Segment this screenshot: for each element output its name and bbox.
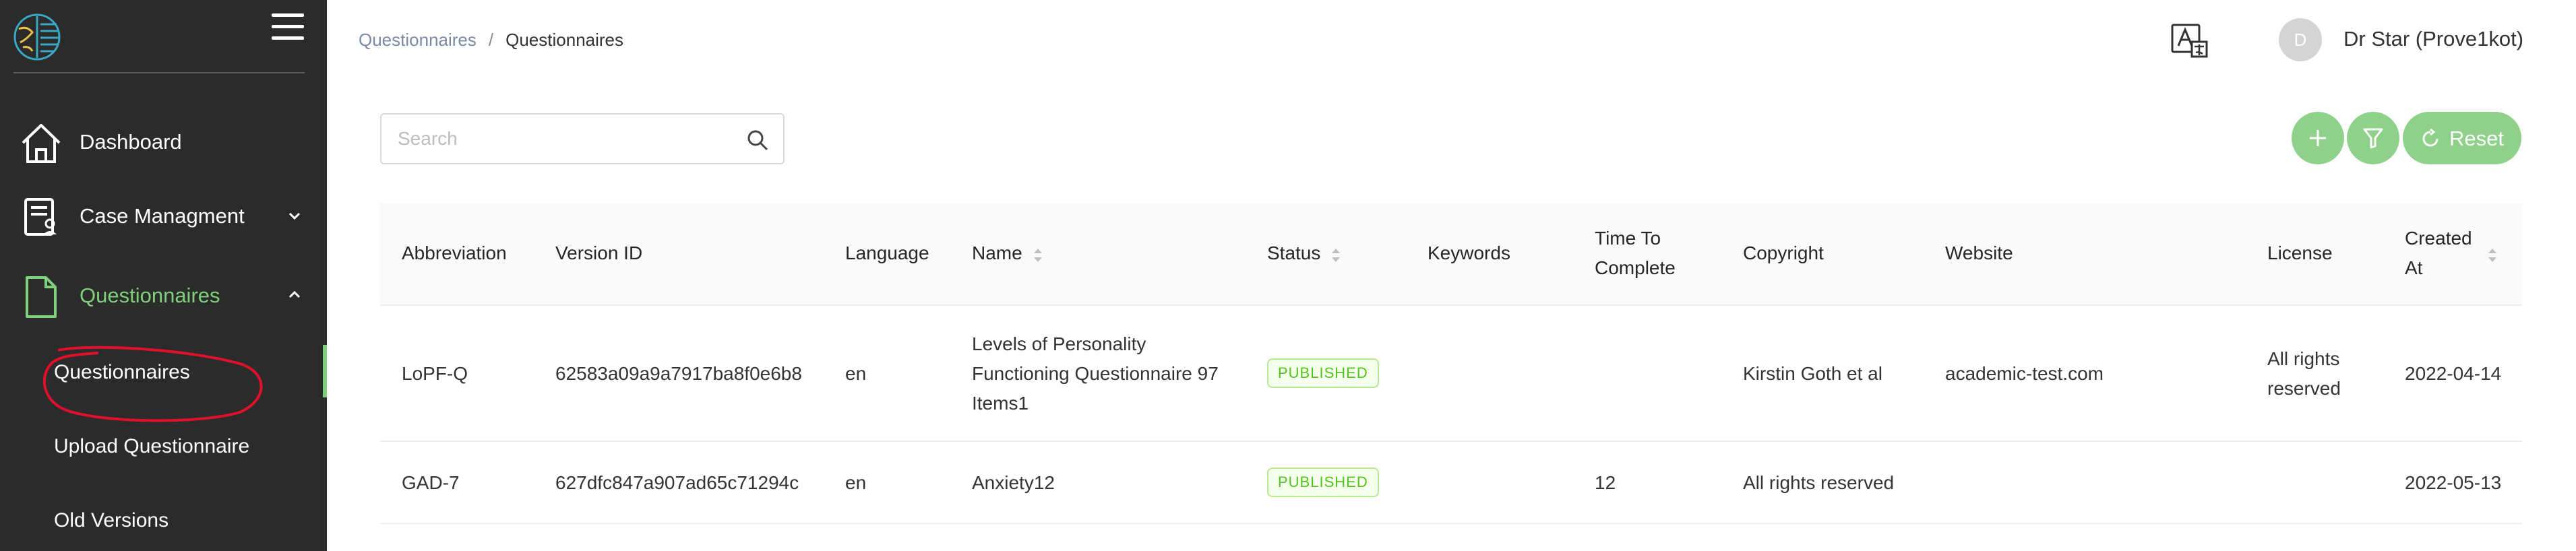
column-header-keywords[interactable]: Keywords [1428, 238, 1510, 268]
filter-button[interactable] [2347, 112, 2399, 164]
column-header-abbreviation[interactable]: Abbreviation [402, 238, 507, 268]
cell-name: Anxiety12 [972, 472, 1055, 493]
cell-website: academic-test.com [1945, 363, 2104, 384]
home-icon [22, 124, 61, 163]
cell-language: en [845, 363, 867, 384]
cell-created-at: 2022-05-13 [2405, 472, 2502, 493]
reset-button[interactable]: Reset [2403, 112, 2521, 164]
case-icon [24, 198, 57, 236]
search-input[interactable] [398, 115, 721, 163]
sort-icon[interactable] [2486, 245, 2499, 265]
cell-copyright: Kirstin Goth et al [1743, 363, 1882, 384]
sidebar-item-label: Case Managment [80, 204, 245, 228]
breadcrumb-current: Questionnaires [505, 30, 624, 50]
cell-abbreviation: GAD-7 [402, 472, 460, 493]
breadcrumb-separator: / [488, 30, 494, 50]
plus-icon [2310, 130, 2326, 146]
active-indicator [323, 345, 327, 397]
cell-version-id: 62583a09a9a7917ba8f0e6b8 [555, 363, 802, 384]
cell-license: All rights reserved [2267, 348, 2341, 399]
search-icon[interactable] [745, 128, 770, 152]
sidebar-subitem-upload-questionnaire[interactable]: Upload Questionnaire [54, 435, 249, 458]
reset-label: Reset [2449, 127, 2504, 150]
filter-icon [2363, 128, 2383, 149]
column-header-website[interactable]: Website [1945, 238, 2013, 268]
sort-icon[interactable] [1329, 245, 1343, 265]
refresh-icon [2422, 129, 2439, 147]
column-header-time-to-complete[interactable]: Time To Complete [1595, 224, 1716, 283]
column-header-name[interactable]: Name [972, 238, 1022, 268]
cell-created-at: 2022-04-14 [2405, 363, 2502, 384]
column-header-created-at[interactable]: Created At [2405, 224, 2479, 283]
sidebar: Dashboard Case Managment Questionnaires … [0, 0, 327, 551]
chevron-up-icon [288, 290, 301, 298]
document-icon [26, 276, 57, 318]
column-header-license[interactable]: License [2267, 238, 2333, 268]
hamburger-icon[interactable] [272, 13, 304, 44]
breadcrumb-link[interactable]: Questionnaires [359, 30, 477, 50]
brain-logo-icon[interactable] [12, 12, 62, 62]
cell-name: Levels of Personality Functioning Questi… [972, 333, 1219, 414]
sidebar-divider [13, 72, 305, 73]
cell-version-id: 627dfc847a907ad65c71294c [555, 472, 799, 493]
cell-abbreviation: LoPF-Q [402, 363, 468, 384]
sidebar-item-dashboard[interactable]: Dashboard [0, 112, 327, 172]
chevron-down-icon [288, 212, 301, 220]
red-circle-annotation [42, 346, 263, 422]
cell-language: en [845, 472, 867, 493]
sidebar-subitem-old-versions[interactable]: Old Versions [54, 509, 168, 532]
add-button[interactable] [2292, 112, 2344, 164]
search-box [380, 113, 785, 164]
column-header-language[interactable]: Language [845, 238, 929, 268]
translate-icon[interactable] [2170, 23, 2208, 58]
table-row[interactable]: GAD-7 627dfc847a907ad65c71294c en Anxiet… [380, 442, 2522, 524]
status-badge: PUBLISHED [1267, 358, 1379, 388]
cell-time-to-complete: 12 [1595, 472, 1616, 493]
column-header-version-id[interactable]: Version ID [555, 238, 642, 268]
column-header-copyright[interactable]: Copyright [1743, 238, 1824, 268]
sort-icon[interactable] [1031, 245, 1045, 265]
sidebar-item-label: Questionnaires [80, 284, 220, 307]
avatar[interactable]: D [2279, 18, 2322, 61]
cell-copyright: All rights reserved [1743, 472, 1895, 493]
table-row[interactable]: LoPF-Q 62583a09a9a7917ba8f0e6b8 en Level… [380, 306, 2522, 442]
sidebar-item-case-management[interactable]: Case Managment [0, 186, 327, 247]
breadcrumb: Questionnaires / Questionnaires [359, 30, 623, 51]
user-name[interactable]: Dr Star (Prove1kot) [2343, 27, 2523, 51]
table-header: Abbreviation Version ID Language Name St… [380, 203, 2522, 306]
status-badge: PUBLISHED [1267, 467, 1379, 497]
sidebar-item-label: Dashboard [80, 130, 182, 154]
sidebar-item-questionnaires[interactable]: Questionnaires [0, 265, 327, 326]
column-header-status[interactable]: Status [1267, 238, 1320, 268]
